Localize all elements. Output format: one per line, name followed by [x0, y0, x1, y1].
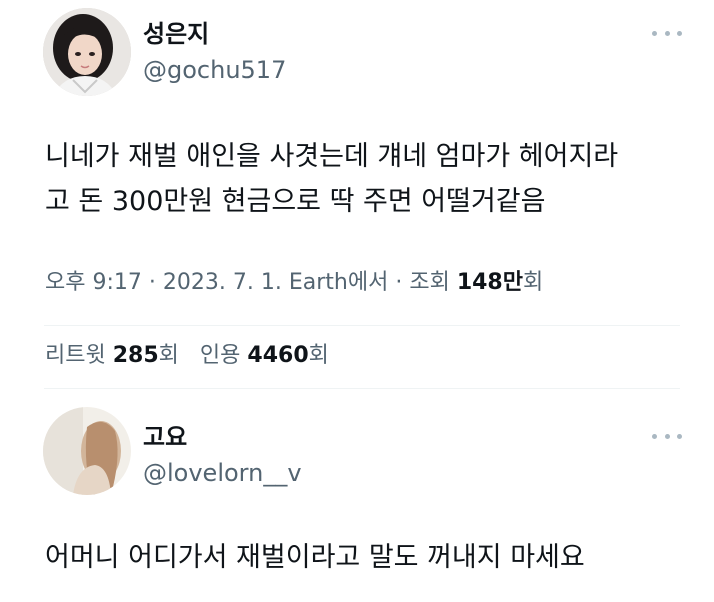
dot — [664, 433, 670, 439]
dot — [652, 433, 657, 439]
quotes-label: 인용 — [199, 343, 241, 368]
reply-text: 어머니 어디가서 재벌이라고 말도 꺼내지 마세요 — [45, 542, 585, 573]
more-horizontal-icon[interactable] — [652, 27, 682, 39]
meta-separator: · — [148, 270, 156, 295]
avatar[interactable] — [43, 8, 131, 96]
retweets-count: 285 — [112, 343, 159, 368]
quotes-count: 4460 — [247, 343, 309, 368]
reply-avatar-image — [43, 407, 131, 495]
views-label: 조회 — [409, 270, 450, 295]
divider — [44, 325, 680, 326]
views-count: 148만 — [456, 270, 523, 295]
more-horizontal-icon[interactable] — [652, 430, 682, 442]
retweets-label: 리트윗 — [45, 343, 106, 368]
tweet-source: Earth에서 — [288, 270, 389, 295]
dot — [677, 30, 682, 36]
reply-author-handle[interactable]: @lovelorn__v — [143, 459, 302, 487]
quotes-stat[interactable]: 인용 4460회 — [200, 343, 329, 368]
author-handle[interactable]: @gochu517 — [143, 56, 286, 84]
quotes-unit: 회 — [308, 343, 329, 368]
retweets-stat[interactable]: 리트윗 285회 — [45, 343, 186, 368]
dot — [664, 30, 670, 36]
reply-author-name[interactable]: 고요 — [143, 423, 187, 451]
divider — [44, 388, 680, 389]
tweet-stats: 리트윗 285회 인용 4460회 — [45, 340, 329, 372]
views-unit: 회 — [522, 270, 544, 295]
meta-separator: · — [395, 270, 403, 295]
reply-avatar[interactable] — [43, 407, 131, 495]
avatar-image — [43, 8, 131, 96]
tweet-date[interactable]: 2023. 7. 1. — [163, 270, 282, 295]
tweet-text-line-2: 고 돈 300만원 현금으로 딱 주면 어떨거같음 — [45, 186, 546, 217]
retweets-unit: 회 — [158, 343, 179, 368]
tweet-time[interactable]: 오후 9:17 — [45, 270, 142, 295]
author-name[interactable]: 성은지 — [143, 20, 209, 48]
tweet-meta: 오후 9:17 · 2023. 7. 1. Earth에서 · 조회 148만회 — [45, 268, 543, 298]
tweet-text-line-1: 니네가 재벌 애인을 사겻는데 걔네 엄마가 헤어지라 — [45, 141, 619, 172]
tweet-thread: 성은지 @gochu517 니네가 재벌 애인을 사겻는데 걔네 엄마가 헤어지… — [0, 0, 714, 602]
dot — [677, 433, 682, 439]
dot — [652, 30, 657, 36]
